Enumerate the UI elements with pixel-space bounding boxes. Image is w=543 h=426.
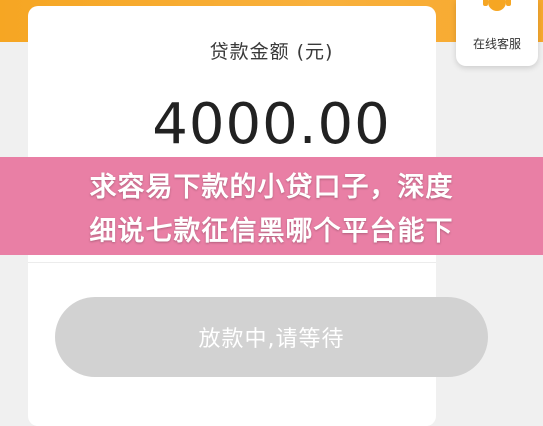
banner-title-line-1: 求容易下款的小贷口子，深度: [89, 172, 454, 203]
banner-title-line-2: 细说七款征信黑哪个平台能下: [89, 216, 454, 247]
online-service-label: 在线客服: [472, 37, 521, 51]
loan-amount-value: 4000.00: [152, 92, 391, 157]
disbursing-wait-button[interactable]: 放款中,请等待: [55, 297, 488, 377]
divider: [28, 262, 436, 263]
overlay-banner: 求容易下款的小贷口子，深度 细说七款征信黑哪个平台能下: [0, 157, 543, 255]
customer-service-icon: [483, 0, 511, 11]
online-service-button[interactable]: 在线客服: [456, 0, 538, 66]
